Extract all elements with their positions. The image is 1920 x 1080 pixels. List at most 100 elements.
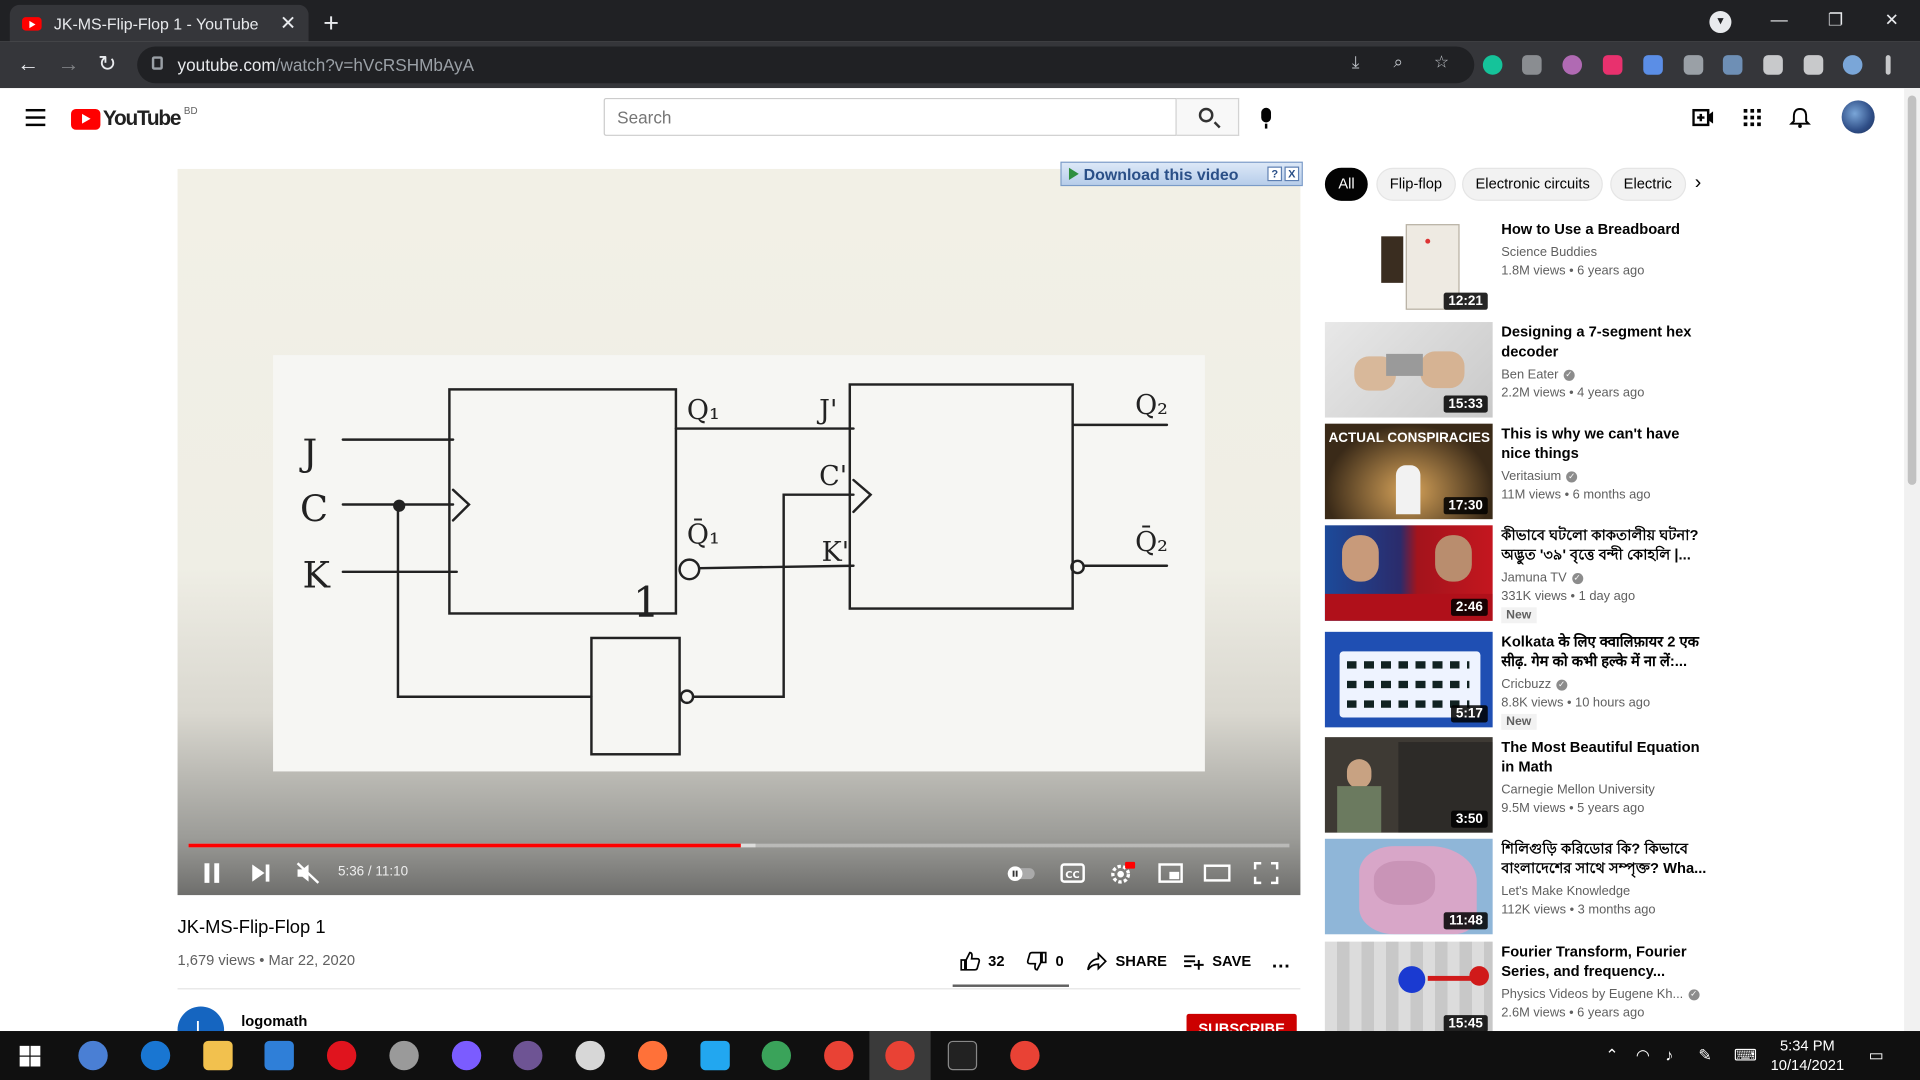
download-close-button[interactable]: X	[1284, 166, 1300, 182]
video-player[interactable]: J C K 1 Q₁ Q̄₁ J' C' K' Q₂ Q̄₂ 5:36 / 11…	[177, 168, 1301, 896]
youtube-logo[interactable]: YouTube BD	[71, 105, 198, 131]
like-button[interactable]: 32	[959, 951, 1005, 971]
recommendation-item[interactable]: 12:21 How to Use a Breadboard Science Bu…	[1324, 219, 1717, 315]
video-title[interactable]: This is why we can't have nice things	[1501, 424, 1707, 463]
earth-app-icon[interactable]	[761, 1040, 792, 1071]
media-queue-icon[interactable]	[1803, 55, 1824, 75]
close-window-icon[interactable]: ✕	[1864, 0, 1920, 42]
file-explorer-icon[interactable]	[203, 1040, 233, 1071]
opera-browser-icon[interactable]	[326, 1040, 357, 1071]
extension-icon[interactable]	[1683, 55, 1704, 75]
recommendation-item[interactable]: 5:17 Kolkata के लिए क्वालिफ़ायर 2 एक सीढ…	[1324, 631, 1717, 730]
chrome-icon[interactable]	[885, 1040, 915, 1071]
channel-name[interactable]: Veritasium ✓	[1501, 469, 1578, 484]
more-actions-icon[interactable]: …	[1271, 951, 1291, 973]
volume-muted-icon[interactable]	[295, 861, 322, 885]
recommendation-item[interactable]: 3:50 The Most Beautiful Equation in Math…	[1324, 737, 1717, 833]
back-icon[interactable]: ←	[17, 51, 39, 77]
pen-extension-icon[interactable]	[1722, 55, 1743, 75]
new-tab-icon[interactable]: +	[323, 7, 339, 39]
downloader-extension-icon[interactable]	[1643, 55, 1663, 75]
profile-avatar-icon[interactable]	[1842, 55, 1863, 75]
account-avatar[interactable]	[1841, 100, 1875, 134]
video-title[interactable]: Kolkata के लिए क्वालिफ़ायर 2 एक सीढ़. गे…	[1501, 632, 1707, 671]
channel-name[interactable]: Jamuna TV ✓	[1501, 571, 1583, 585]
next-video-icon[interactable]	[250, 861, 272, 885]
windows-start-icon[interactable]	[19, 1045, 41, 1067]
video-thumbnail[interactable]: 2:46	[1324, 525, 1493, 621]
browser-tab[interactable]: JK-MS-Flip-Flop 1 - YouTube ✕	[9, 4, 309, 42]
channel-name[interactable]: Cricbuzz ✓	[1501, 677, 1568, 692]
theater-mode-icon[interactable]	[1203, 861, 1231, 885]
chip-electric[interactable]: Electric	[1610, 167, 1687, 201]
video-thumbnail[interactable]: 15:33	[1324, 322, 1493, 418]
autoplay-toggle-icon[interactable]	[1005, 861, 1039, 885]
pause-icon[interactable]	[202, 861, 222, 885]
video-title[interactable]: The Most Beautiful Equation in Math	[1501, 737, 1707, 776]
channel-name[interactable]: Physics Videos by Eugene Kh... ✓	[1501, 987, 1700, 1002]
search-input[interactable]	[604, 99, 1176, 135]
chip-flip-flop[interactable]: Flip-flop	[1376, 167, 1456, 201]
create-video-icon[interactable]	[1692, 107, 1714, 129]
messenger-icon[interactable]	[451, 1040, 482, 1071]
fullscreen-icon[interactable]	[1253, 861, 1280, 885]
notifications-bell-icon[interactable]	[1789, 107, 1811, 129]
video-thumbnail[interactable]: 11:48	[1324, 838, 1493, 935]
channel-name[interactable]: logomath	[241, 1013, 307, 1030]
mail-icon[interactable]	[264, 1040, 294, 1071]
video-title[interactable]: কীভাবে ঘটলো কাকতালীয় ঘটনা? অদ্ভুত '৩৯' …	[1501, 525, 1707, 564]
recommendation-item[interactable]: 2:46 কীভাবে ঘটলো কাকতালীয় ঘটনা? অদ্ভুত …	[1324, 525, 1717, 624]
chips-next-chevron-icon[interactable]: ›	[1695, 173, 1702, 195]
video-title[interactable]: Designing a 7-segment hex decoder	[1501, 322, 1707, 361]
captions-icon[interactable]: CC	[1059, 861, 1086, 885]
extension-icon[interactable]	[1562, 55, 1583, 75]
extensions-puzzle-icon[interactable]	[1763, 55, 1783, 75]
video-title[interactable]: How to Use a Breadboard	[1501, 219, 1707, 239]
maximize-icon[interactable]: ❐	[1807, 0, 1863, 42]
satellite-app-icon[interactable]	[389, 1040, 419, 1071]
chip-electronic-circuits[interactable]: Electronic circuits	[1462, 167, 1604, 201]
flag-extension-icon[interactable]	[1602, 55, 1623, 75]
recommendation-item[interactable]: ACTUAL CONSPIRACIES 17:30 This is why we…	[1324, 423, 1717, 520]
wifi-icon[interactable]: ◠	[1636, 1046, 1650, 1066]
channel-name[interactable]: Let's Make Knowledge	[1501, 884, 1630, 899]
system-clock[interactable]: 5:34 PM 10/14/2021	[1771, 1036, 1845, 1075]
chip-all[interactable]: All	[1324, 167, 1368, 201]
channel-name[interactable]: Carnegie Mellon University	[1501, 782, 1655, 797]
video-thumbnail[interactable]: 5:17	[1324, 631, 1493, 728]
vscode-icon[interactable]	[700, 1040, 730, 1071]
video-title[interactable]: শিলিগুড়ি করিডোর কি? কিভাবে বাংলাদেশের স…	[1501, 839, 1707, 878]
scrollbar-thumb[interactable]	[1907, 95, 1917, 485]
github-desktop-icon[interactable]	[513, 1040, 543, 1071]
video-title[interactable]: Fourier Transform, Fourier Series, and f…	[1501, 942, 1707, 981]
voice-search-mic-icon[interactable]	[1261, 107, 1272, 129]
qbittorrent-icon[interactable]	[78, 1040, 108, 1071]
forward-icon[interactable]: →	[58, 51, 80, 77]
pen-icon[interactable]: ✎	[1698, 1046, 1711, 1066]
video-thumbnail[interactable]: 12:21	[1324, 219, 1493, 315]
zoom-icon[interactable]: ⌕	[1393, 53, 1410, 70]
edge-browser-icon[interactable]	[140, 1040, 171, 1071]
recommendation-item[interactable]: 11:48 শিলিগুড়ি করিডোর কি? কিভাবে বাংলাদ…	[1324, 838, 1717, 935]
minimize-icon[interactable]: —	[1751, 0, 1807, 42]
address-bar[interactable]: youtube.com/watch?v=hVcRSHMbAyA	[137, 46, 1475, 84]
browser-menu-icon[interactable]	[1885, 55, 1891, 75]
settings-gear-icon[interactable]	[1108, 861, 1137, 885]
search-button[interactable]	[1176, 97, 1240, 136]
app-icon[interactable]	[575, 1040, 605, 1071]
keyboard-icon[interactable]: ⌨	[1734, 1046, 1757, 1066]
recommendation-item[interactable]: 15:45 Fourier Transform, Fourier Series,…	[1324, 941, 1717, 1038]
reload-icon[interactable]: ↻	[98, 51, 116, 77]
download-video-bar[interactable]: Download this video ? X	[1060, 161, 1303, 187]
grammarly-extension-icon[interactable]	[1482, 55, 1503, 75]
terminal-icon[interactable]	[947, 1040, 978, 1071]
channel-name[interactable]: Ben Eater ✓	[1501, 367, 1575, 382]
firefox-icon[interactable]	[637, 1040, 668, 1071]
tray-overflow-chevron-icon[interactable]: ⌃	[1605, 1046, 1618, 1066]
share-button[interactable]: SHARE	[1086, 951, 1167, 971]
menu-hamburger-icon[interactable]	[25, 108, 46, 131]
seek-bar[interactable]	[188, 843, 1290, 848]
apps-grid-icon[interactable]	[1741, 107, 1763, 129]
recommendation-item[interactable]: 15:33 Designing a 7-segment hex decoder …	[1324, 322, 1717, 418]
video-thumbnail[interactable]: 3:50	[1324, 737, 1493, 833]
